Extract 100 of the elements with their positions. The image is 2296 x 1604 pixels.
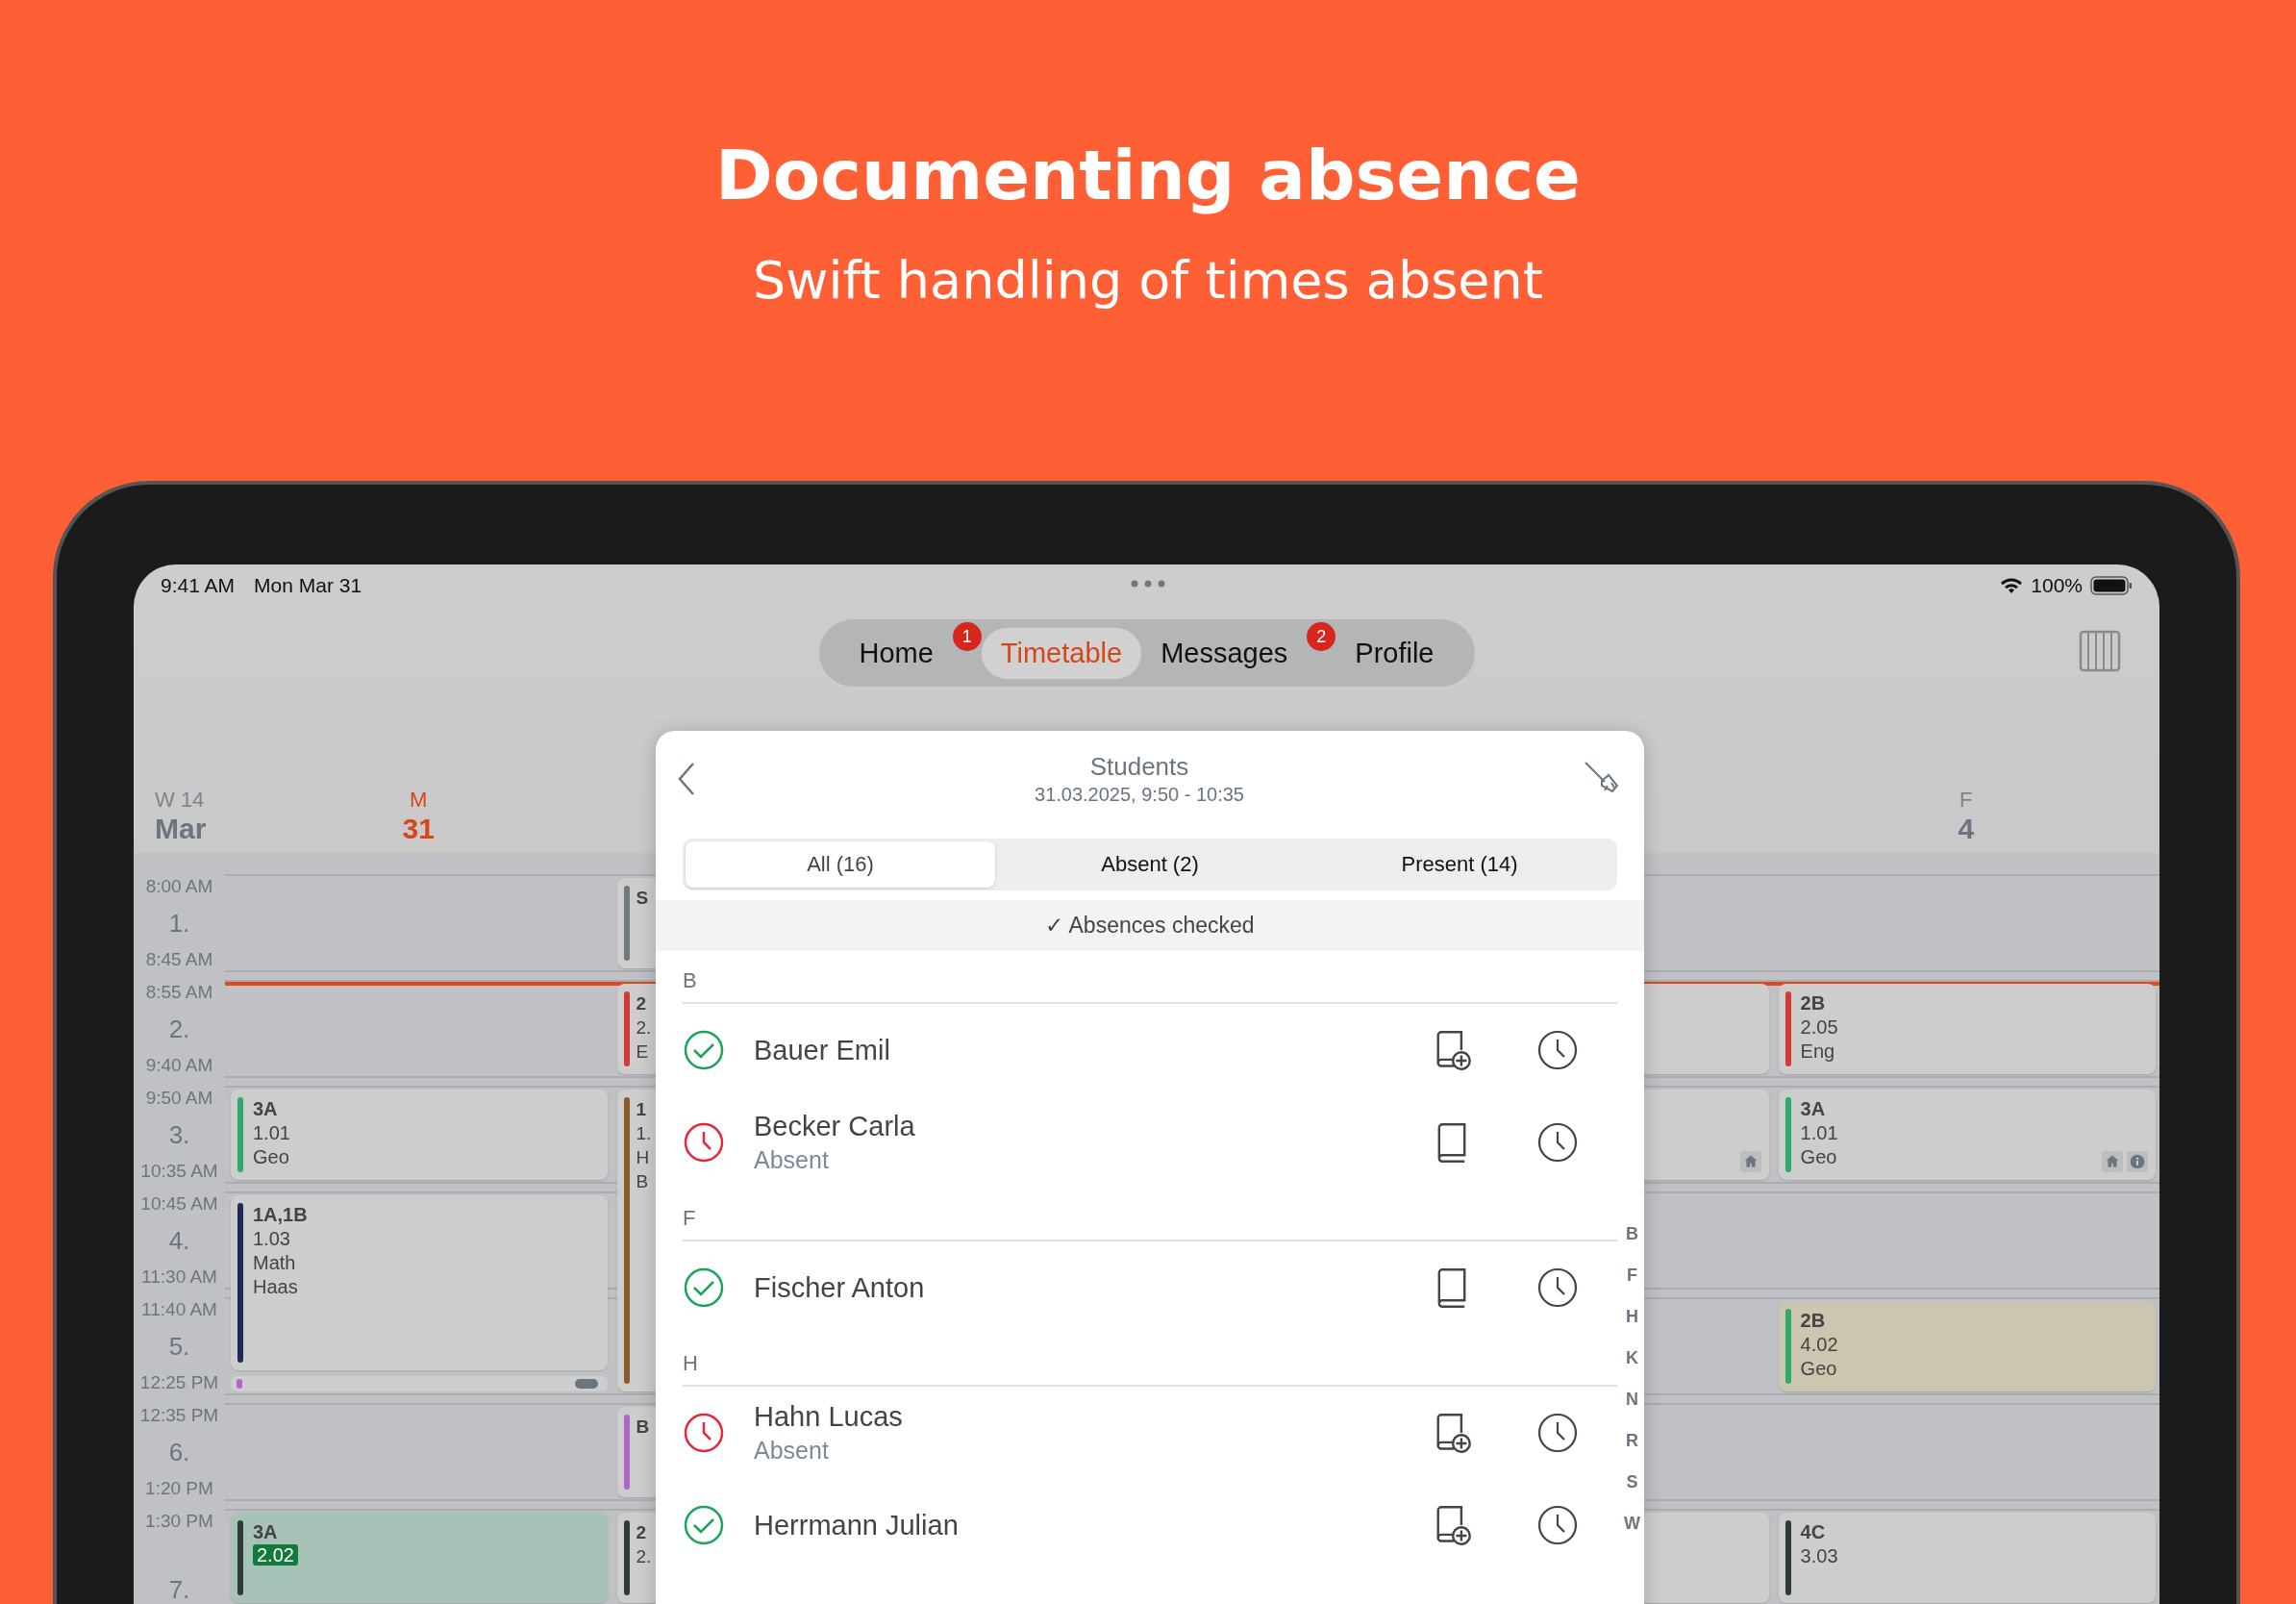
lesson-card[interactable]: 3A 1.01 Geo [1778, 1090, 2156, 1180]
lesson-card[interactable]: 4C 3.03 [1778, 1513, 2156, 1603]
section-letter: F [683, 1189, 1617, 1241]
lesson-text: 2.05 [1800, 1015, 1838, 1040]
period-number: 7. [168, 1575, 190, 1604]
more-dots-icon[interactable] [1131, 580, 1165, 588]
panel-subtitle: 31.03.2025, 9:50 - 10:35 [1035, 784, 1244, 806]
lesson-text: Geo [1800, 1357, 1837, 1381]
weekday-label: M [410, 788, 428, 813]
headline: Documenting absence [715, 135, 1581, 215]
period-start-time: 8:55 AM [145, 982, 213, 1003]
student-name: Herrmann Julian [754, 1509, 960, 1541]
notification-badge: 1 [952, 622, 982, 651]
clock-icon[interactable] [1536, 1121, 1579, 1164]
index-letter[interactable]: K [1626, 1346, 1638, 1369]
lesson-card[interactable]: 3A 2.02 [231, 1513, 609, 1603]
clock-icon[interactable] [1536, 1504, 1579, 1546]
period-number: 3. [168, 1119, 190, 1150]
week-number: W 14 [155, 788, 206, 813]
present-check-icon[interactable] [683, 1029, 725, 1071]
present-check-icon[interactable] [683, 1266, 725, 1309]
filter-segment[interactable]: Absent (2) [995, 841, 1305, 888]
lesson-card[interactable]: 3A 1.01 Geo [231, 1090, 609, 1180]
period-start-time: 12:35 PM [139, 1405, 219, 1426]
lesson-text: B [636, 1416, 650, 1439]
index-letter[interactable]: B [1626, 1222, 1638, 1245]
notification-badge: 2 [1307, 622, 1336, 651]
period-end-time: 12:25 PM [139, 1372, 219, 1393]
index-letter[interactable]: N [1626, 1388, 1638, 1411]
lesson-text: 1. [636, 1122, 652, 1145]
status-time: 9:41 AM [161, 574, 236, 597]
lesson-text: 3.03 [1800, 1544, 1838, 1568]
index-letter[interactable]: W [1624, 1512, 1640, 1535]
absent-clock-icon[interactable] [683, 1121, 725, 1164]
lesson-text: 1A,1B [253, 1203, 308, 1227]
present-check-icon[interactable] [683, 1504, 725, 1546]
lesson-text: 2B [1800, 991, 1826, 1015]
index-letter[interactable]: F [1627, 1264, 1637, 1287]
period-end-time: 1:20 PM [145, 1478, 213, 1499]
filter-segment[interactable]: All (16) [686, 841, 995, 888]
status-banner: ✓ Absences checked [656, 900, 1644, 951]
index-letter[interactable]: S [1626, 1470, 1638, 1493]
period-end-time: 9:40 AM [145, 1055, 213, 1076]
lesson-text: Haas [253, 1275, 298, 1299]
period-number: 2. [168, 1014, 190, 1044]
lesson-text: 1.01 [253, 1121, 290, 1145]
period-number: 1. [168, 908, 190, 939]
lesson-card[interactable]: 2B 4.02 Geo [1778, 1301, 2156, 1391]
subheadline: Swift handling of times absent [753, 250, 1543, 311]
lesson-text: 1 [636, 1098, 646, 1121]
back-chevron-icon[interactable] [677, 762, 696, 796]
lesson-text: 3A [1800, 1097, 1826, 1121]
period-end-time: 8:45 AM [145, 949, 213, 970]
lesson-text: B [636, 1170, 649, 1193]
period-start-time: 11:40 AM [141, 1299, 217, 1320]
lesson-text: 2B [1800, 1309, 1826, 1333]
lesson-card[interactable]: 1A,1B 1.03 Math Haas [231, 1195, 609, 1370]
student-name: Fischer Anton [754, 1271, 926, 1304]
tab[interactable]: Home [839, 627, 953, 679]
lesson-text: 2 [636, 992, 646, 1015]
tab[interactable]: Timetable [981, 627, 1142, 679]
lesson-text: 3A [253, 1097, 278, 1121]
lesson-text: 2 [636, 1521, 646, 1544]
lesson-text: 3A [253, 1520, 278, 1544]
student-status: Absent [754, 1146, 830, 1174]
index-letter[interactable]: R [1626, 1429, 1638, 1452]
period-end-time: 10:35 AM [140, 1161, 218, 1182]
lesson-text: Geo [253, 1145, 289, 1169]
lesson-text: 2. [636, 1016, 652, 1040]
lesson-text: 4C [1800, 1520, 1826, 1544]
student-name: Bauer Emil [754, 1034, 891, 1066]
period-number: 4. [168, 1225, 190, 1256]
tab[interactable]: Messages [1141, 627, 1308, 679]
clock-icon[interactable] [1536, 1029, 1579, 1071]
lesson-text: 2. [636, 1545, 652, 1568]
lesson-text: 1.01 [1800, 1121, 1838, 1145]
lesson-text: 1.03 [253, 1227, 290, 1251]
changed-room-tag: 2.02 [253, 1544, 298, 1566]
clock-icon[interactable] [1536, 1266, 1579, 1309]
lesson-text: S [636, 887, 649, 910]
lesson-card[interactable]: 2B 2.05 Eng [1778, 984, 2156, 1074]
filter-segment[interactable]: Present (14) [1305, 841, 1614, 888]
tab[interactable]: Profile [1335, 627, 1454, 679]
lesson-text: H [636, 1146, 650, 1169]
panel-title: Students [1089, 752, 1189, 782]
student-status: Absent [754, 1437, 830, 1465]
period-number: 5. [168, 1331, 190, 1362]
status-date: Mon Mar 31 [254, 574, 362, 597]
period-end-time: 11:30 AM [141, 1266, 217, 1288]
lesson-text: E [636, 1040, 649, 1064]
index-letter[interactable]: H [1626, 1305, 1638, 1328]
battery-icon [2090, 576, 2133, 595]
student-name: Becker Carla [754, 1111, 916, 1142]
month-label: Mar [155, 813, 208, 845]
absent-clock-icon[interactable] [683, 1412, 725, 1454]
period-start-time: 8:00 AM [145, 876, 213, 897]
section-letter: H [683, 1334, 1617, 1387]
clock-icon[interactable] [1536, 1412, 1579, 1454]
battery-percentage: 100% [2031, 574, 2083, 597]
period-start-time: 1:30 PM [145, 1511, 213, 1532]
